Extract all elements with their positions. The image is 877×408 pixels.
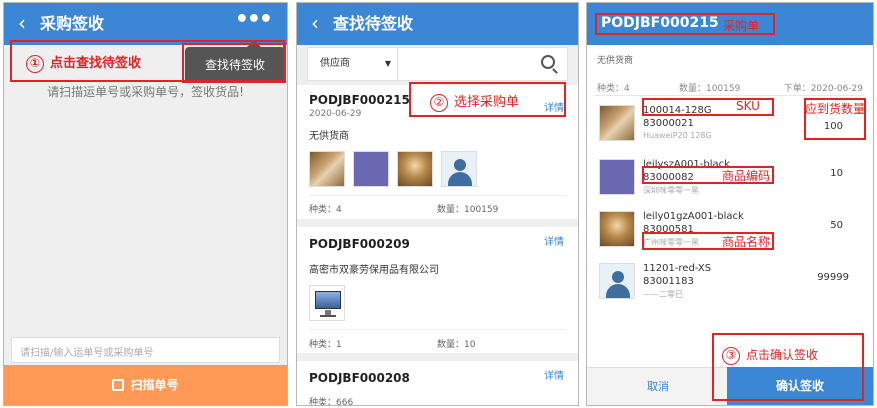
- annotation-step-3: ③ 点击确认签收: [722, 346, 818, 365]
- scan-button-label: 扫描单号: [130, 378, 179, 392]
- item-sku: 11201-red-XS: [643, 263, 712, 274]
- order-kind: 种类：4: [309, 205, 342, 215]
- filter-bar: 供应商 ▼: [307, 47, 568, 81]
- detail-link[interactable]: 详情: [544, 233, 564, 248]
- item-code: 83000021: [643, 118, 694, 129]
- item-name: ——二零已: [643, 290, 683, 299]
- divider: [309, 329, 566, 330]
- annotation-code: 商品编码: [722, 169, 771, 183]
- scan-hint: 请扫描运单号或采购单号，签收货品!: [47, 85, 244, 99]
- order-date: 下单：2020-06-29: [783, 84, 863, 94]
- item-qty: 99999: [817, 272, 849, 283]
- list-item: 11201-red-XS 83001183 ——二零已 99999: [587, 259, 873, 309]
- header-bar: ‹ 采购签收 •••: [4, 3, 287, 45]
- order-card[interactable]: PODJBF000209 详情 高密市双豪劳保用品有限公司 种类：1 数量：10: [297, 227, 578, 353]
- order-card[interactable]: PODJBF000208 详情 种类：666: [297, 361, 578, 406]
- annotation-sku: SKU: [736, 99, 760, 113]
- annotation-step-2: ② 选择采购单: [430, 91, 519, 112]
- annotation-box-3: [712, 333, 864, 401]
- product-image: [599, 105, 635, 141]
- product-image: [353, 151, 389, 187]
- order-kind: 种类：666: [309, 398, 354, 406]
- order-supplier: 无供货商: [309, 131, 349, 142]
- detail-link[interactable]: 详情: [544, 367, 564, 382]
- scan-input[interactable]: 请扫描/输入运单号或采购单号: [11, 337, 280, 363]
- order-qty: 数量：100159: [679, 84, 741, 94]
- panel-find-pending: ‹ 查找待签收 供应商 ▼ PODJBF000215 2020-06-29 详情 …: [296, 2, 579, 406]
- scan-button[interactable]: 扫描单号: [4, 365, 287, 405]
- divider: [595, 95, 865, 96]
- item-name: HuaweiP20 128G: [643, 131, 712, 140]
- product-image: [309, 151, 345, 187]
- product-image: [599, 159, 635, 195]
- annotation-qty: 应到货数量: [805, 102, 866, 116]
- product-placeholder-icon: [599, 263, 635, 299]
- annotation-box-tooltip: [182, 43, 286, 83]
- annotation-step-1: ① 点击查找待签收: [26, 52, 141, 73]
- product-image: [309, 285, 345, 321]
- more-dots-icon[interactable]: •••: [235, 9, 273, 31]
- order-kind: 种类：4: [597, 84, 630, 94]
- order-supplier: 高密市双豪劳保用品有限公司: [309, 265, 439, 276]
- divider: [309, 195, 566, 196]
- header-bar: ‹ 查找待签收: [297, 3, 578, 45]
- product-image: [599, 211, 635, 247]
- product-thumbnails: [309, 151, 477, 187]
- order-kind: 种类：1: [309, 340, 342, 350]
- product-image: [397, 151, 433, 187]
- item-code: 83001183: [643, 276, 694, 287]
- product-placeholder-icon: [441, 151, 477, 187]
- page-title: 采购签收: [40, 14, 105, 33]
- item-qty: 10: [830, 168, 843, 179]
- item-name: 深圳咪零零一黑: [643, 186, 699, 195]
- order-number: PODJBF000215: [309, 93, 410, 107]
- order-supplier: 无供货商: [597, 56, 634, 66]
- page-title: 查找待签收: [333, 14, 414, 33]
- order-number: PODJBF000208: [309, 371, 410, 385]
- product-thumbnails: [309, 285, 345, 321]
- search-icon[interactable]: [541, 55, 555, 69]
- order-number: PODJBF000209: [309, 237, 410, 251]
- supplier-select[interactable]: 供应商 ▼: [308, 48, 398, 80]
- chevron-left-icon[interactable]: ‹: [311, 11, 319, 35]
- item-qty: 50: [830, 220, 843, 231]
- annotation-box-title: [595, 13, 775, 35]
- order-qty: 数量：100159: [437, 205, 499, 215]
- item-sku: leily01gzA001-black: [643, 211, 744, 222]
- order-qty: 数量：10: [437, 340, 476, 350]
- annotation-name: 商品名称: [722, 235, 771, 249]
- scan-icon: [112, 379, 125, 391]
- caret-down-icon: ▼: [384, 59, 391, 68]
- cancel-button[interactable]: 取消: [587, 367, 729, 405]
- chevron-left-icon[interactable]: ‹: [18, 11, 26, 35]
- order-date: 2020-06-29: [309, 109, 362, 119]
